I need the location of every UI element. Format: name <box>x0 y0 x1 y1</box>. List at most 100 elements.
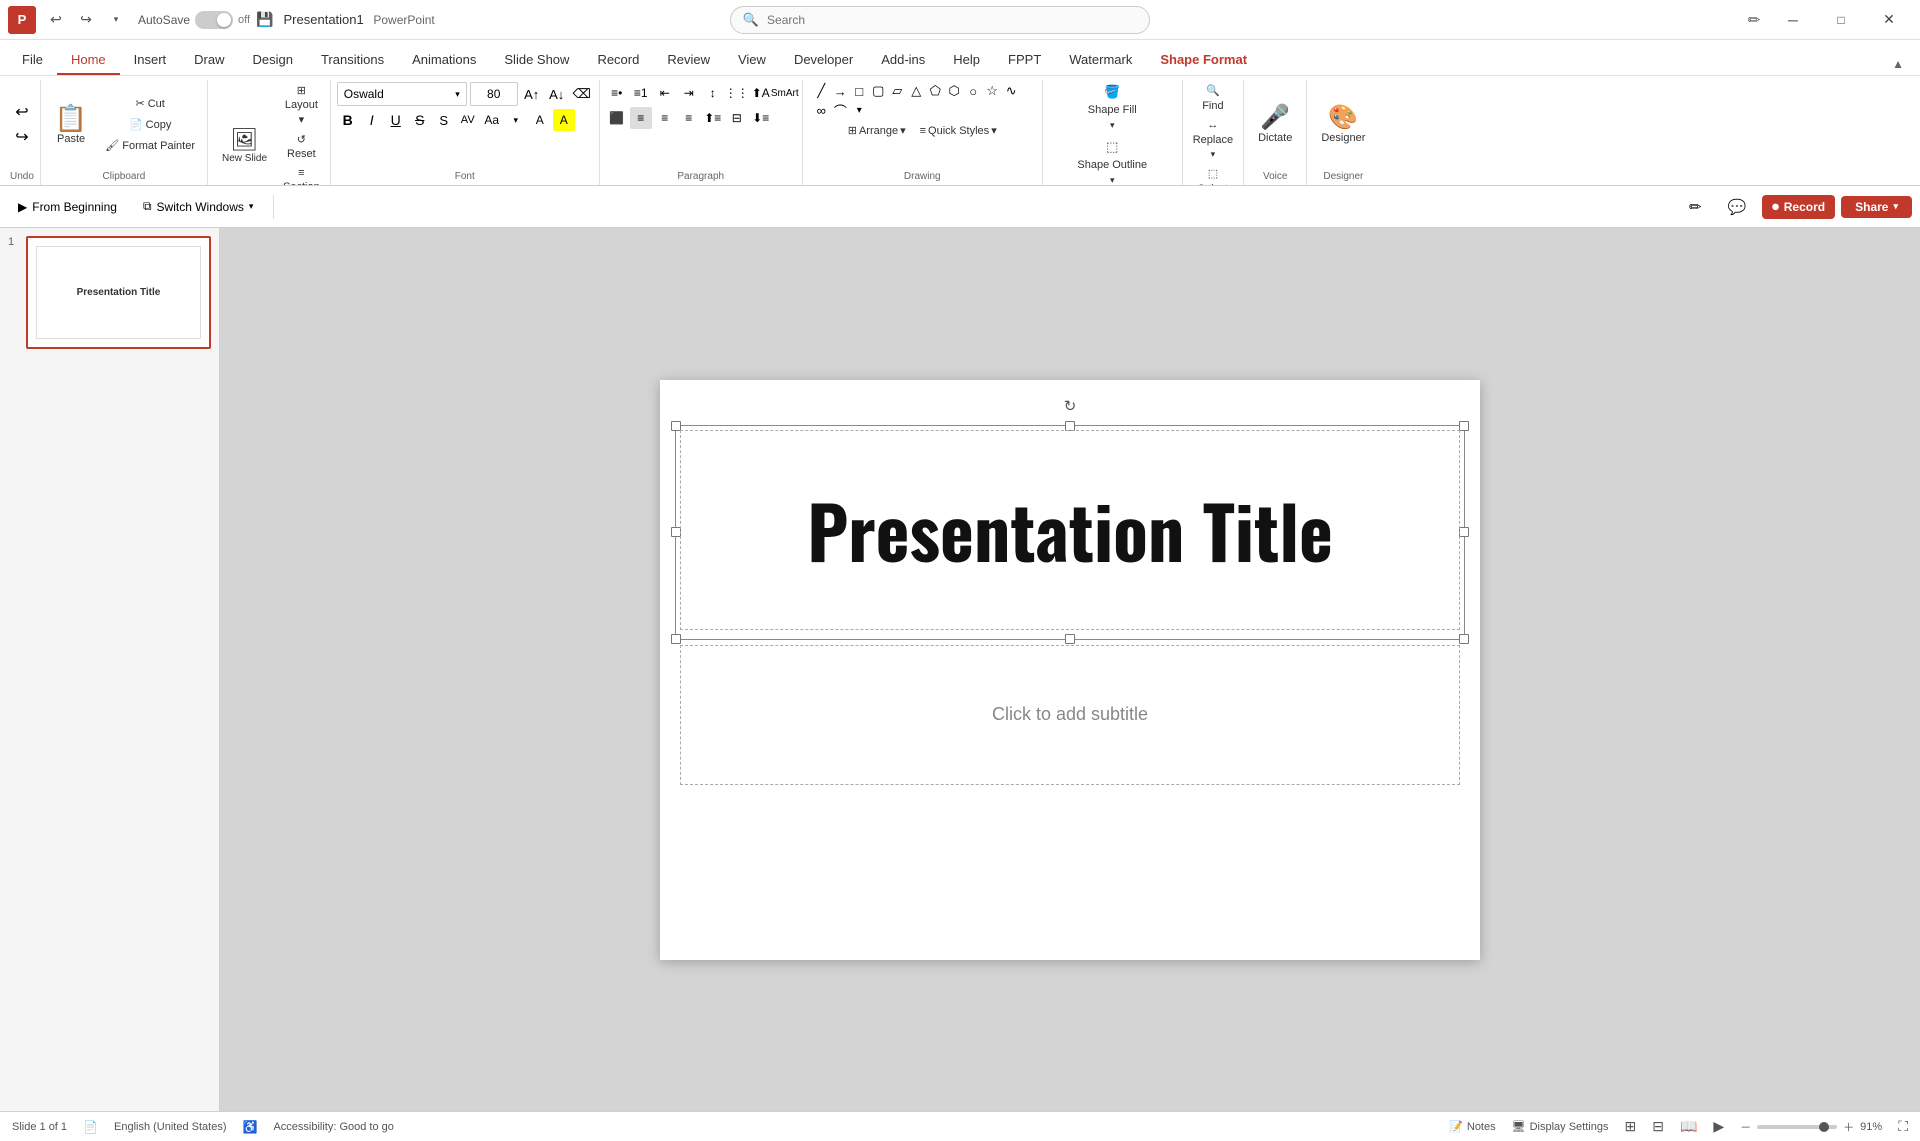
shape-star[interactable]: ☆ <box>983 82 1001 100</box>
undo-button[interactable]: ↩ <box>42 6 70 34</box>
decrease-font-btn[interactable]: A↓ <box>546 83 568 105</box>
pen-icon-btn[interactable]: ✏ <box>1679 194 1712 220</box>
zoom-thumb[interactable] <box>1819 1122 1829 1132</box>
align-right-button[interactable]: ≡ <box>654 107 676 129</box>
tab-animations[interactable]: Animations <box>398 46 490 75</box>
highlight-color-button[interactable]: A <box>553 109 575 131</box>
autosave-toggle[interactable] <box>195 11 233 29</box>
handle-bot-center[interactable] <box>1065 634 1075 644</box>
increase-font-btn[interactable]: A↑ <box>521 83 543 105</box>
change-case-dropdown[interactable]: ▾ <box>505 109 527 131</box>
font-name-selector[interactable]: Oswald▾ <box>337 82 467 106</box>
shape-rect[interactable]: □ <box>850 82 868 100</box>
qa-dropdown[interactable]: ▾ <box>102 6 130 34</box>
tab-file[interactable]: File <box>8 46 57 75</box>
tab-draw[interactable]: Draw <box>180 46 238 75</box>
maximize-button[interactable]: □ <box>1818 5 1864 35</box>
share-button[interactable]: Share ▾ <box>1841 196 1912 218</box>
new-slide-button[interactable]: 🖼 New Slide <box>214 125 275 168</box>
tab-slideshow[interactable]: Slide Show <box>490 46 583 75</box>
underline-button[interactable]: U <box>385 109 407 131</box>
paste-button[interactable]: 📋 Paste <box>47 101 95 149</box>
arrange-button[interactable]: ⊞ Arrange▾ <box>842 121 912 140</box>
tab-fppt[interactable]: FPPT <box>994 46 1055 75</box>
layout-button[interactable]: ⊞Layout▾ <box>279 82 324 128</box>
handle-bot-right[interactable] <box>1459 634 1469 644</box>
tab-help[interactable]: Help <box>939 46 994 75</box>
strikethrough-button[interactable]: S <box>409 109 431 131</box>
cut-button[interactable]: ✂Cut <box>99 94 201 113</box>
zoom-out-button[interactable]: － <box>1740 1119 1751 1135</box>
shape-outline-button[interactable]: ⬚ Shape Outline▾ <box>1073 137 1151 186</box>
search-box[interactable]: 🔍 <box>730 6 1150 34</box>
align-left-button[interactable]: ⬛ <box>606 107 628 129</box>
rotate-handle[interactable]: ↻ <box>1062 398 1078 414</box>
comment-button[interactable]: 💬 <box>1718 194 1757 220</box>
shape-curve[interactable]: ∿ <box>1002 82 1020 100</box>
tab-watermark[interactable]: Watermark <box>1055 46 1146 75</box>
align-bottom-button[interactable]: ⬇≡ <box>750 107 772 129</box>
minimize-button[interactable]: ─ <box>1770 5 1816 35</box>
handle-bot-left[interactable] <box>671 634 681 644</box>
font-size-selector[interactable]: 80 <box>470 82 518 106</box>
align-center-button[interactable]: ≡ <box>630 107 652 129</box>
tab-transitions[interactable]: Transitions <box>307 46 398 75</box>
justify-button[interactable]: ≡ <box>678 107 700 129</box>
section-button[interactable]: ≡Section▾ <box>279 165 324 186</box>
increase-indent-button[interactable]: ⇥ <box>678 82 700 104</box>
shape-triangle[interactable]: △ <box>907 82 925 100</box>
shape-fill-button[interactable]: 🪣 Shape Fill▾ <box>1084 82 1141 133</box>
display-settings-button[interactable]: 🖥 Display Settings <box>1512 1120 1609 1133</box>
line-spacing-button[interactable]: ↕ <box>702 82 724 104</box>
view-reading-button[interactable]: 📖 <box>1680 1118 1697 1135</box>
shape-circle[interactable]: ○ <box>964 82 982 100</box>
shape-arrow[interactable]: → <box>831 82 849 100</box>
tab-view[interactable]: View <box>724 46 780 75</box>
shape-connector[interactable]: ⌒ <box>831 101 849 119</box>
view-normal-button[interactable]: ⊞ <box>1624 1118 1636 1135</box>
tab-shapeformat[interactable]: Shape Format <box>1146 46 1261 75</box>
tab-insert[interactable]: Insert <box>120 46 181 75</box>
subtitle-textbox[interactable]: Click to add subtitle <box>680 645 1460 785</box>
convert-smartart-button[interactable]: SmArt <box>774 82 796 104</box>
handle-mid-right[interactable] <box>1459 527 1469 537</box>
format-painter-button[interactable]: 🖌Format Painter <box>99 136 201 155</box>
designer-button[interactable]: 🎨 Designer <box>1313 102 1373 148</box>
subtitle-placeholder-text[interactable]: Click to add subtitle <box>992 704 1148 725</box>
align-top-button[interactable]: ⬆≡ <box>702 107 724 129</box>
from-beginning-button[interactable]: ▶ From Beginning <box>8 196 127 218</box>
view-slide-sorter-button[interactable]: ⊟ <box>1652 1118 1664 1135</box>
redo-button[interactable]: ↪ <box>11 126 33 148</box>
handle-top-right[interactable] <box>1459 421 1469 431</box>
zoom-slider[interactable] <box>1757 1125 1837 1129</box>
record-button[interactable]: ⏺ Record <box>1762 195 1835 219</box>
tab-record[interactable]: Record <box>583 46 653 75</box>
copy-button[interactable]: 📄Copy <box>99 115 201 134</box>
shape-line[interactable]: ╱ <box>812 82 830 100</box>
align-middle-button[interactable]: ⊟ <box>726 107 748 129</box>
columns-button[interactable]: ⋮⋮ <box>726 82 748 104</box>
slide-title-text[interactable]: Presentation Title <box>807 490 1333 569</box>
view-slideshow-button[interactable]: ▶ <box>1713 1118 1724 1135</box>
char-spacing-button[interactable]: AV <box>457 109 479 131</box>
shape-rounded-rect[interactable]: ▢ <box>869 82 887 100</box>
numbering-button[interactable]: ≡1 <box>630 82 652 104</box>
ribbon-collapse-btn[interactable]: ▲ <box>1884 53 1912 75</box>
shape-freeform[interactable]: ∞ <box>812 101 830 119</box>
fit-slide-button[interactable]: ⛶ <box>1898 1118 1908 1135</box>
tab-addins[interactable]: Add-ins <box>867 46 939 75</box>
text-direction-button[interactable]: ⬆A <box>750 82 772 104</box>
bullets-button[interactable]: ≡• <box>606 82 628 104</box>
shadow-button[interactable]: S <box>433 109 455 131</box>
change-case-button[interactable]: Aa <box>481 109 503 131</box>
notes-button[interactable]: 📝 Notes <box>1449 1120 1495 1133</box>
italic-button[interactable]: I <box>361 109 383 131</box>
close-button[interactable]: ✕ <box>1866 5 1912 35</box>
tab-design[interactable]: Design <box>239 46 307 75</box>
reset-button[interactable]: ↺Reset <box>279 131 324 162</box>
zoom-in-button[interactable]: ＋ <box>1843 1119 1854 1135</box>
shape-hexagon[interactable]: ⬡ <box>945 82 963 100</box>
pen-tool-button[interactable]: ✏ <box>1740 6 1768 34</box>
tab-review[interactable]: Review <box>653 46 724 75</box>
tab-developer[interactable]: Developer <box>780 46 867 75</box>
